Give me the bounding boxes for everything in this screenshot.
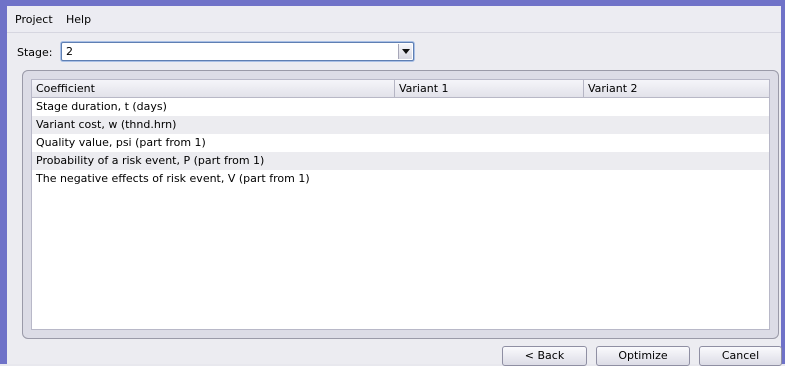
cell-coefficient: The negative effects of risk event, V (p…: [36, 172, 310, 185]
table-header: Coefficient Variant 1 Variant 2: [32, 80, 769, 98]
menu-project[interactable]: Project: [15, 13, 53, 26]
table-body: Stage duration, t (days) Variant cost, w…: [32, 98, 769, 188]
button-bar: < Back Optimize Cancel: [7, 346, 782, 366]
cell-variant-1[interactable]: [395, 98, 584, 116]
cell-coefficient: Probability of a risk event, P (part fro…: [36, 154, 265, 167]
coefficient-table-panel: Coefficient Variant 1 Variant 2 Stage du…: [22, 70, 779, 339]
cell-coefficient: Stage duration, t (days): [36, 100, 167, 113]
cell-variant-2[interactable]: [584, 134, 774, 152]
back-button[interactable]: < Back: [502, 346, 587, 366]
cell-variant-2[interactable]: [584, 170, 774, 188]
cancel-button[interactable]: Cancel: [699, 346, 782, 366]
table-row[interactable]: The negative effects of risk event, V (p…: [32, 170, 769, 188]
column-header-variant-2[interactable]: Variant 2: [584, 80, 774, 97]
cell-variant-2[interactable]: [584, 152, 774, 170]
table-row[interactable]: Quality value, psi (part from 1): [32, 134, 769, 152]
cell-variant-2[interactable]: [584, 116, 774, 134]
stage-label: Stage:: [17, 46, 53, 59]
cell-coefficient: Quality value, psi (part from 1): [36, 136, 206, 149]
cell-variant-1[interactable]: [395, 152, 584, 170]
optimize-button[interactable]: Optimize: [596, 346, 690, 366]
coefficient-table[interactable]: Coefficient Variant 1 Variant 2 Stage du…: [31, 79, 770, 330]
cell-variant-1[interactable]: [395, 170, 584, 188]
table-row[interactable]: Stage duration, t (days): [32, 98, 769, 116]
table-row[interactable]: Probability of a risk event, P (part fro…: [32, 152, 769, 170]
cell-variant-1[interactable]: [395, 116, 584, 134]
stage-selected-value: 2: [66, 45, 73, 58]
cell-variant-2[interactable]: [584, 98, 774, 116]
column-header-variant-1[interactable]: Variant 1: [395, 80, 584, 97]
table-row[interactable]: Variant cost, w (thnd.hrn): [32, 116, 769, 134]
chevron-down-icon[interactable]: [398, 44, 412, 59]
stage-select[interactable]: 2: [61, 42, 414, 61]
app-window: Project Help Stage: 2 Coefficient Varian…: [0, 0, 785, 366]
cell-variant-1[interactable]: [395, 134, 584, 152]
cell-coefficient: Variant cost, w (thnd.hrn): [36, 118, 177, 131]
menu-help[interactable]: Help: [66, 13, 91, 26]
menu-bar: Project Help: [7, 6, 781, 33]
column-header-coefficient[interactable]: Coefficient: [32, 80, 395, 97]
